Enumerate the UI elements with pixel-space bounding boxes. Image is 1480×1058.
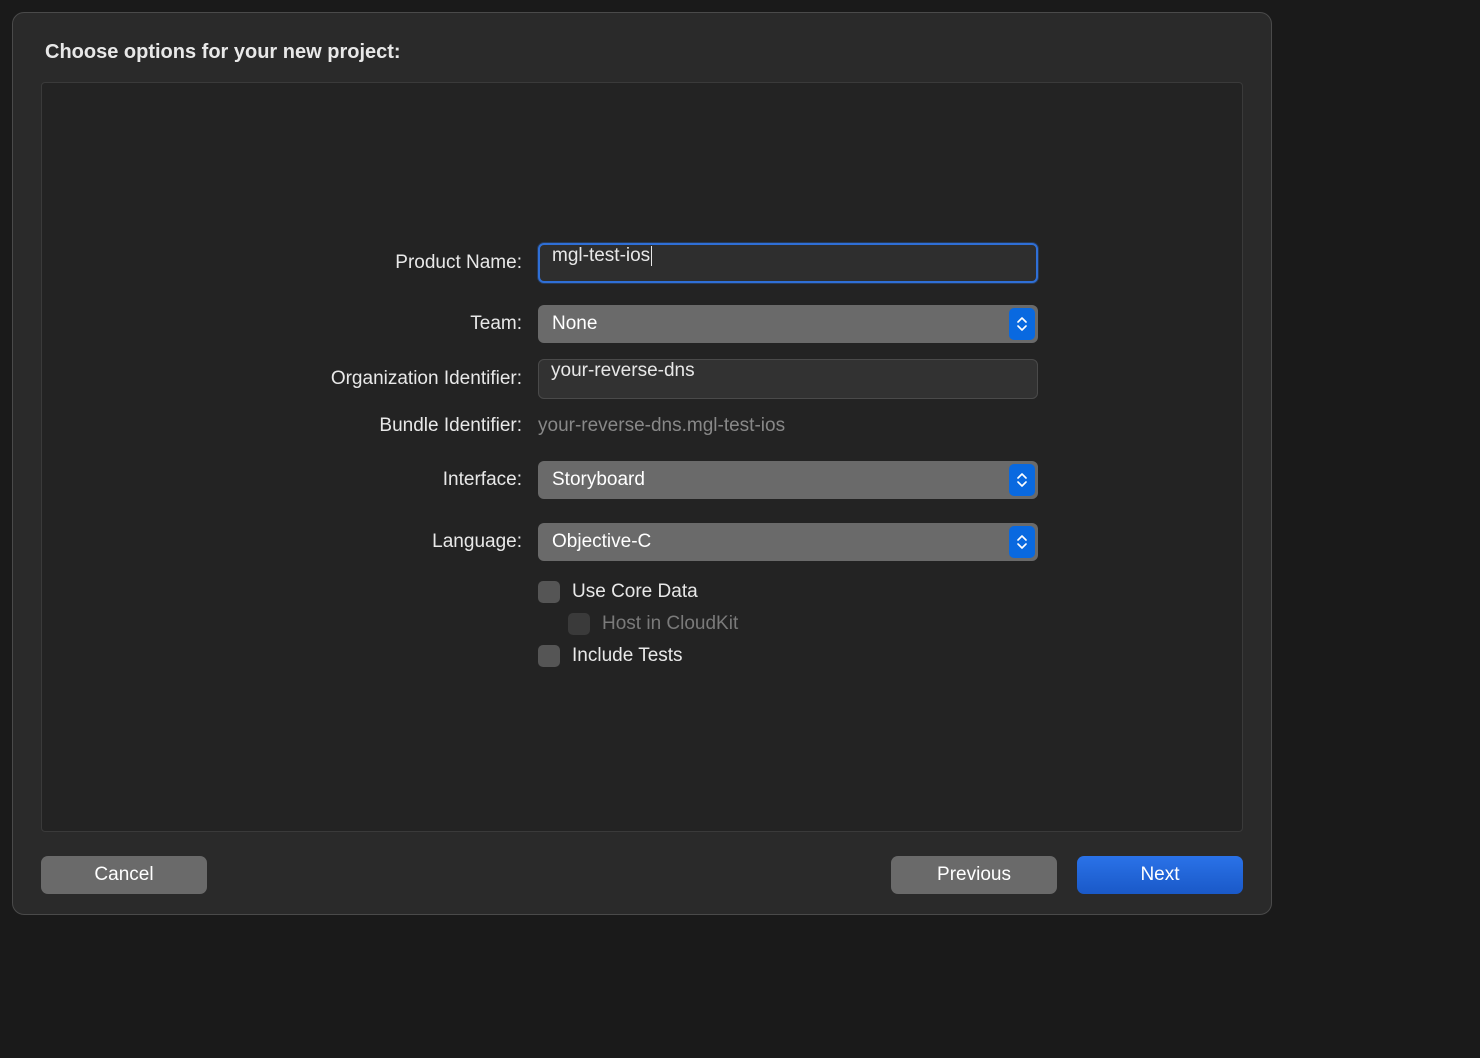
dialog-title: Choose options for your new project: [41, 41, 1243, 64]
host-cloudkit-row: Host in CloudKit [568, 613, 1038, 635]
cancel-button[interactable]: Cancel [41, 856, 207, 894]
interface-popup[interactable]: Storyboard [538, 461, 1038, 499]
updown-arrows-icon [1009, 308, 1035, 340]
checkbox-group: Use Core Data Host in CloudKit Include T… [538, 581, 1038, 667]
form-grid: Product Name: mgl-test-ios Team: None Or… [42, 243, 1242, 667]
interface-value: Storyboard [552, 469, 645, 491]
bundle-identifier-label: Bundle Identifier: [42, 415, 522, 437]
footer-right: Previous Next [891, 856, 1243, 894]
text-caret [651, 246, 652, 266]
include-tests-row[interactable]: Include Tests [538, 645, 1038, 667]
dialog-footer: Cancel Previous Next [41, 832, 1243, 894]
org-identifier-value: your-reverse-dns [551, 360, 695, 381]
next-button[interactable]: Next [1077, 856, 1243, 894]
updown-arrows-icon [1009, 526, 1035, 558]
team-label: Team: [42, 313, 522, 335]
org-identifier-label: Organization Identifier: [42, 368, 522, 390]
new-project-options-dialog: Choose options for your new project: Pro… [12, 12, 1272, 915]
form-panel: Product Name: mgl-test-ios Team: None Or… [41, 82, 1243, 832]
include-tests-label: Include Tests [572, 645, 683, 667]
updown-arrows-icon [1009, 464, 1035, 496]
product-name-label: Product Name: [42, 252, 522, 274]
bundle-identifier-value: your-reverse-dns.mgl-test-ios [538, 415, 1038, 437]
use-core-data-row[interactable]: Use Core Data [538, 581, 1038, 603]
interface-label: Interface: [42, 469, 522, 491]
host-cloudkit-checkbox [568, 613, 590, 635]
use-core-data-checkbox[interactable] [538, 581, 560, 603]
org-identifier-input[interactable]: your-reverse-dns [538, 359, 1038, 399]
team-popup[interactable]: None [538, 305, 1038, 343]
include-tests-checkbox[interactable] [538, 645, 560, 667]
language-value: Objective-C [552, 531, 651, 553]
host-cloudkit-label: Host in CloudKit [602, 613, 738, 635]
language-popup[interactable]: Objective-C [538, 523, 1038, 561]
language-label: Language: [42, 531, 522, 553]
previous-button[interactable]: Previous [891, 856, 1057, 894]
use-core-data-label: Use Core Data [572, 581, 698, 603]
product-name-input[interactable]: mgl-test-ios [538, 243, 1038, 283]
product-name-value: mgl-test-ios [552, 245, 650, 266]
team-value: None [552, 313, 597, 335]
